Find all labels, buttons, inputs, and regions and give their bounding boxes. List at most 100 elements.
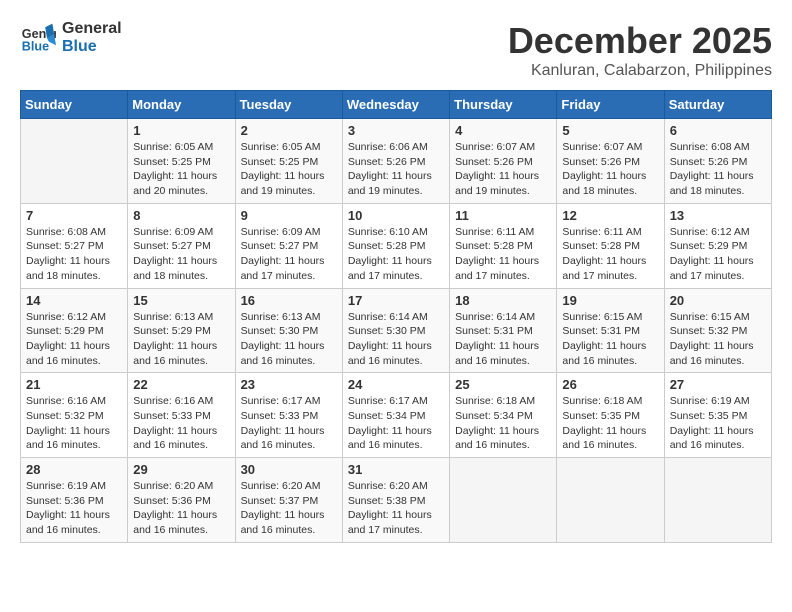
day-number: 1: [133, 123, 229, 138]
calendar-cell: 14 Sunrise: 6:12 AM Sunset: 5:29 PM Dayli…: [21, 288, 128, 373]
calendar-cell: 4Sunrise: 6:07 AM Sunset: 5:26 PM Daylig…: [450, 119, 557, 204]
day-number: 14: [26, 293, 122, 308]
day-info: Sunrise: 6:10 AM Sunset: 5:28 PM Dayligh…: [348, 225, 444, 284]
logo: General Blue General Blue: [20, 20, 122, 56]
logo-text-line1: General: [62, 20, 122, 38]
day-number: 29: [133, 462, 229, 477]
day-info: Sunrise: 6:12 AM Sunset: 5:29 PM Dayligh…: [26, 310, 122, 369]
calendar-cell: 1 Sunrise: 6:05 AM Sunset: 5:25 PM Daylig…: [128, 119, 235, 204]
calendar-cell: 25 Sunrise: 6:18 AM Sunset: 5:34 PM Dayli…: [450, 373, 557, 458]
day-info: Sunrise: 6:05 AM Sunset: 5:25 PM Dayligh…: [241, 140, 337, 199]
calendar-cell: 10 Sunrise: 6:10 AM Sunset: 5:28 PM Dayli…: [342, 203, 449, 288]
weekday-header-wednesday: Wednesday: [342, 91, 449, 119]
week-row-3: 14 Sunrise: 6:12 AM Sunset: 5:29 PM Dayli…: [21, 288, 772, 373]
day-number: 2: [241, 123, 337, 138]
calendar-cell: 9Sunrise: 6:09 AM Sunset: 5:27 PM Daylig…: [235, 203, 342, 288]
calendar-cell: 15Sunrise: 6:13 AM Sunset: 5:29 PM Dayli…: [128, 288, 235, 373]
calendar-cell: 23 Sunrise: 6:17 AM Sunset: 5:33 PM Dayli…: [235, 373, 342, 458]
calendar-cell: 26 Sunrise: 6:18 AM Sunset: 5:35 PM Dayli…: [557, 373, 664, 458]
calendar-cell: 5Sunrise: 6:07 AM Sunset: 5:26 PM Daylig…: [557, 119, 664, 204]
weekday-header-sunday: Sunday: [21, 91, 128, 119]
weekday-header-thursday: Thursday: [450, 91, 557, 119]
day-number: 26: [562, 377, 658, 392]
calendar-cell: 16 Sunrise: 6:13 AM Sunset: 5:30 PM Dayli…: [235, 288, 342, 373]
calendar-cell: 2 Sunrise: 6:05 AM Sunset: 5:25 PM Daylig…: [235, 119, 342, 204]
weekday-header-saturday: Saturday: [664, 91, 771, 119]
day-number: 30: [241, 462, 337, 477]
calendar-cell: 30 Sunrise: 6:20 AM Sunset: 5:37 PM Dayli…: [235, 458, 342, 543]
calendar-cell: 20 Sunrise: 6:15 AM Sunset: 5:32 PM Dayli…: [664, 288, 771, 373]
weekday-header-tuesday: Tuesday: [235, 91, 342, 119]
calendar-cell: 22 Sunrise: 6:16 AM Sunset: 5:33 PM Dayli…: [128, 373, 235, 458]
day-number: 12: [562, 208, 658, 223]
day-number: 3: [348, 123, 444, 138]
day-info: Sunrise: 6:13 AM Sunset: 5:30 PM Dayligh…: [241, 310, 337, 369]
day-info: Sunrise: 6:11 AM Sunset: 5:28 PM Dayligh…: [562, 225, 658, 284]
weekday-header-friday: Friday: [557, 91, 664, 119]
calendar-table: SundayMondayTuesdayWednesdayThursdayFrid…: [20, 90, 772, 543]
day-info: Sunrise: 6:16 AM Sunset: 5:32 PM Dayligh…: [26, 394, 122, 453]
calendar-cell: [450, 458, 557, 543]
logo-text-line2: Blue: [62, 38, 122, 56]
day-info: Sunrise: 6:20 AM Sunset: 5:37 PM Dayligh…: [241, 479, 337, 538]
day-number: 6: [670, 123, 766, 138]
weekday-header-row: SundayMondayTuesdayWednesdayThursdayFrid…: [21, 91, 772, 119]
day-info: Sunrise: 6:13 AM Sunset: 5:29 PM Dayligh…: [133, 310, 229, 369]
week-row-2: 7 Sunrise: 6:08 AM Sunset: 5:27 PM Daylig…: [21, 203, 772, 288]
day-info: Sunrise: 6:12 AM Sunset: 5:29 PM Dayligh…: [670, 225, 766, 284]
month-title: December 2025: [508, 20, 772, 62]
day-info: Sunrise: 6:19 AM Sunset: 5:36 PM Dayligh…: [26, 479, 122, 538]
day-info: Sunrise: 6:11 AM Sunset: 5:28 PM Dayligh…: [455, 225, 551, 284]
day-info: Sunrise: 6:15 AM Sunset: 5:31 PM Dayligh…: [562, 310, 658, 369]
week-row-5: 28Sunrise: 6:19 AM Sunset: 5:36 PM Dayli…: [21, 458, 772, 543]
day-info: Sunrise: 6:18 AM Sunset: 5:35 PM Dayligh…: [562, 394, 658, 453]
calendar-cell: [21, 119, 128, 204]
calendar-cell: 7 Sunrise: 6:08 AM Sunset: 5:27 PM Daylig…: [21, 203, 128, 288]
day-info: Sunrise: 6:06 AM Sunset: 5:26 PM Dayligh…: [348, 140, 444, 199]
day-number: 17: [348, 293, 444, 308]
calendar-cell: 18Sunrise: 6:14 AM Sunset: 5:31 PM Dayli…: [450, 288, 557, 373]
svg-text:Blue: Blue: [22, 40, 49, 54]
calendar-cell: 17Sunrise: 6:14 AM Sunset: 5:30 PM Dayli…: [342, 288, 449, 373]
day-number: 11: [455, 208, 551, 223]
day-number: 10: [348, 208, 444, 223]
day-number: 9: [241, 208, 337, 223]
calendar-cell: 12 Sunrise: 6:11 AM Sunset: 5:28 PM Dayli…: [557, 203, 664, 288]
day-number: 21: [26, 377, 122, 392]
day-info: Sunrise: 6:15 AM Sunset: 5:32 PM Dayligh…: [670, 310, 766, 369]
day-info: Sunrise: 6:16 AM Sunset: 5:33 PM Dayligh…: [133, 394, 229, 453]
calendar-cell: 29 Sunrise: 6:20 AM Sunset: 5:36 PM Dayli…: [128, 458, 235, 543]
day-info: Sunrise: 6:20 AM Sunset: 5:38 PM Dayligh…: [348, 479, 444, 538]
day-info: Sunrise: 6:08 AM Sunset: 5:27 PM Dayligh…: [26, 225, 122, 284]
calendar-cell: 19 Sunrise: 6:15 AM Sunset: 5:31 PM Dayli…: [557, 288, 664, 373]
calendar-cell: 24 Sunrise: 6:17 AM Sunset: 5:34 PM Dayli…: [342, 373, 449, 458]
calendar-cell: 6 Sunrise: 6:08 AM Sunset: 5:26 PM Daylig…: [664, 119, 771, 204]
weekday-header-monday: Monday: [128, 91, 235, 119]
day-number: 16: [241, 293, 337, 308]
day-info: Sunrise: 6:17 AM Sunset: 5:34 PM Dayligh…: [348, 394, 444, 453]
title-section: December 2025 Kanluran, Calabarzon, Phil…: [508, 20, 772, 80]
logo-icon: General Blue: [20, 20, 56, 56]
day-info: Sunrise: 6:19 AM Sunset: 5:35 PM Dayligh…: [670, 394, 766, 453]
calendar-cell: 13 Sunrise: 6:12 AM Sunset: 5:29 PM Dayli…: [664, 203, 771, 288]
day-info: Sunrise: 6:07 AM Sunset: 5:26 PM Dayligh…: [455, 140, 551, 199]
day-number: 13: [670, 208, 766, 223]
calendar-cell: 28Sunrise: 6:19 AM Sunset: 5:36 PM Dayli…: [21, 458, 128, 543]
day-number: 19: [562, 293, 658, 308]
day-number: 22: [133, 377, 229, 392]
day-info: Sunrise: 6:17 AM Sunset: 5:33 PM Dayligh…: [241, 394, 337, 453]
day-number: 7: [26, 208, 122, 223]
location-title: Kanluran, Calabarzon, Philippines: [508, 62, 772, 80]
day-number: 5: [562, 123, 658, 138]
calendar-cell: [664, 458, 771, 543]
day-number: 24: [348, 377, 444, 392]
day-number: 25: [455, 377, 551, 392]
day-info: Sunrise: 6:18 AM Sunset: 5:34 PM Dayligh…: [455, 394, 551, 453]
day-number: 27: [670, 377, 766, 392]
day-number: 23: [241, 377, 337, 392]
calendar-cell: 21 Sunrise: 6:16 AM Sunset: 5:32 PM Dayli…: [21, 373, 128, 458]
day-number: 20: [670, 293, 766, 308]
day-info: Sunrise: 6:08 AM Sunset: 5:26 PM Dayligh…: [670, 140, 766, 199]
day-info: Sunrise: 6:05 AM Sunset: 5:25 PM Dayligh…: [133, 140, 229, 199]
day-info: Sunrise: 6:20 AM Sunset: 5:36 PM Dayligh…: [133, 479, 229, 538]
